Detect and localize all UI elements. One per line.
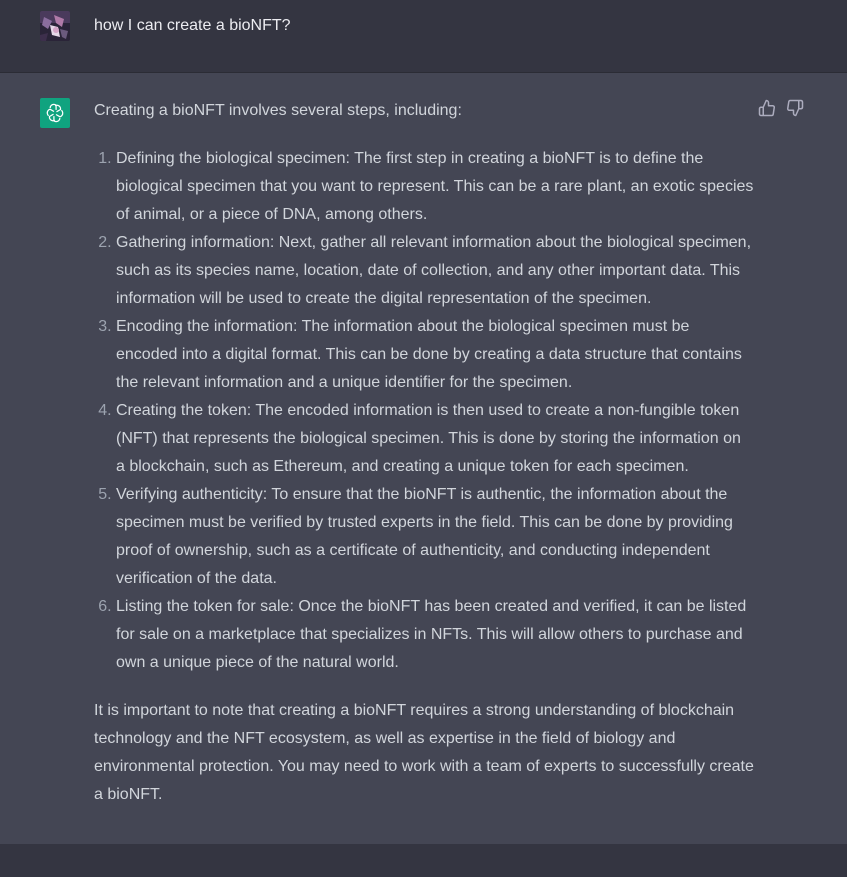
steps-list: Defining the biological specimen: The fi… — [94, 145, 754, 677]
user-avatar — [40, 11, 70, 41]
list-item: Defining the biological specimen: The fi… — [116, 145, 754, 229]
openai-logo-icon — [40, 98, 70, 128]
thumbs-down-icon[interactable] — [786, 99, 804, 117]
assistant-message-content: Creating a bioNFT involves several steps… — [94, 97, 754, 809]
list-item: Listing the token for sale: Once the bio… — [116, 593, 754, 677]
user-avatar-image — [40, 11, 70, 41]
bottom-bar — [0, 844, 847, 877]
list-item: Encoding the information: The informatio… — [116, 313, 754, 397]
assistant-intro: Creating a bioNFT involves several steps… — [94, 102, 462, 119]
user-message-row: how I can create a bioNFT? — [0, 0, 847, 73]
assistant-outro: It is important to note that creating a … — [94, 702, 754, 803]
list-item: Creating the token: The encoded informat… — [116, 397, 754, 481]
user-message-text: how I can create a bioNFT? — [94, 17, 291, 34]
list-item: Verifying authenticity: To ensure that t… — [116, 481, 754, 593]
list-item: Gathering information: Next, gather all … — [116, 229, 754, 313]
thumbs-up-icon[interactable] — [758, 99, 776, 117]
assistant-message-row: Creating a bioNFT involves several steps… — [0, 73, 847, 844]
chat-page: how I can create a bioNFT? Creating a bi… — [0, 0, 847, 877]
